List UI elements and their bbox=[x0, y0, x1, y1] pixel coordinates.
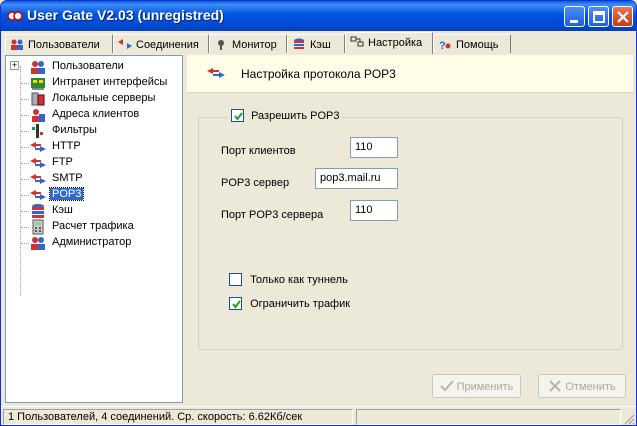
calculator-icon bbox=[32, 219, 44, 235]
checkbox-box[interactable] bbox=[229, 273, 242, 286]
pop3-server-port-label: Порт POP3 сервера bbox=[221, 209, 324, 221]
servers-icon bbox=[31, 92, 45, 106]
tab-users[interactable]: Пользователи bbox=[5, 34, 113, 53]
checkmark-icon bbox=[234, 112, 243, 121]
main-tabs: Пользователи Соединения Монитор Кэш Наст… bbox=[5, 32, 633, 54]
close-button[interactable] bbox=[612, 6, 633, 27]
app-logo-icon bbox=[7, 11, 23, 21]
minimize-button[interactable] bbox=[564, 6, 585, 27]
cache-icon bbox=[32, 204, 44, 218]
svg-text:?: ? bbox=[439, 40, 446, 50]
filter-icon bbox=[32, 124, 43, 138]
checkbox-box[interactable] bbox=[231, 109, 244, 122]
status-pane-empty bbox=[356, 409, 621, 425]
close-icon bbox=[617, 11, 629, 23]
tree-expander[interactable]: + bbox=[10, 61, 19, 70]
pop3-server-label: POP3 сервер bbox=[221, 177, 290, 189]
enable-pop3-checkbox[interactable]: Разрешить POP3 bbox=[228, 109, 343, 125]
help-icon: ? bbox=[439, 40, 451, 50]
pop3-server-port-input[interactable]: 110 bbox=[350, 200, 398, 221]
app-window: User Gate V2.03 (unregistred) Пользовате… bbox=[0, 0, 637, 426]
window-title: User Gate V2.03 (unregistred) bbox=[27, 7, 224, 23]
maximize-button[interactable] bbox=[588, 6, 609, 27]
cache-icon bbox=[294, 38, 304, 49]
cancel-x-icon bbox=[549, 380, 562, 392]
panel-title: Настройка протокола POP3 bbox=[241, 67, 396, 81]
tunnel-only-checkbox[interactable]: Только как туннель bbox=[229, 273, 348, 286]
protocol-arrows-icon bbox=[207, 68, 225, 78]
limit-traffic-checkbox[interactable]: Ограничить трафик bbox=[229, 297, 350, 310]
admin-icon bbox=[31, 237, 45, 250]
protocol-arrows-icon bbox=[30, 158, 46, 168]
checkbox-box[interactable] bbox=[229, 297, 242, 310]
minimize-icon bbox=[570, 20, 578, 23]
users-icon bbox=[11, 39, 23, 50]
settings-icon bbox=[350, 36, 364, 47]
client-port-label: Порт клиентов bbox=[221, 145, 296, 157]
checkmark-icon bbox=[439, 380, 454, 392]
tab-monitor[interactable]: Монитор bbox=[209, 34, 287, 53]
protocol-arrows-icon bbox=[30, 142, 46, 152]
resize-grip-icon[interactable] bbox=[623, 413, 635, 425]
panel-header: Настройка протокола POP3 bbox=[187, 55, 633, 93]
checkmark-icon bbox=[232, 300, 241, 309]
client-port-input[interactable]: 110 bbox=[350, 137, 398, 158]
tab-help[interactable]: ? Помощь bbox=[433, 34, 511, 53]
settings-tree[interactable]: + Пользователи Интранет интерфейсы Локал… bbox=[5, 55, 183, 403]
monitor-icon bbox=[218, 40, 224, 50]
title-bar[interactable]: User Gate V2.03 (unregistred) bbox=[1, 1, 636, 31]
cancel-button[interactable]: Отменить bbox=[538, 374, 626, 398]
pop3-server-input[interactable]: pop3.mail.ru bbox=[315, 168, 398, 189]
network-card-icon bbox=[31, 78, 45, 90]
protocol-arrows-icon bbox=[30, 174, 46, 184]
apply-button[interactable]: Применить bbox=[432, 374, 521, 398]
tab-connections[interactable]: Соединения bbox=[113, 34, 209, 53]
tab-cache[interactable]: Кэш bbox=[287, 34, 345, 53]
status-bar: 1 Пользователей, 4 соединений. Ср. скоро… bbox=[1, 406, 636, 425]
status-text: 1 Пользователей, 4 соединений. Ср. скоро… bbox=[3, 409, 353, 425]
tab-settings[interactable]: Настройка bbox=[345, 32, 433, 54]
client-address-icon bbox=[32, 109, 45, 122]
maximize-icon bbox=[593, 11, 605, 23]
protocol-arrows-icon bbox=[30, 190, 46, 200]
connections-arrows-icon bbox=[118, 39, 132, 49]
users-icon bbox=[31, 61, 45, 74]
